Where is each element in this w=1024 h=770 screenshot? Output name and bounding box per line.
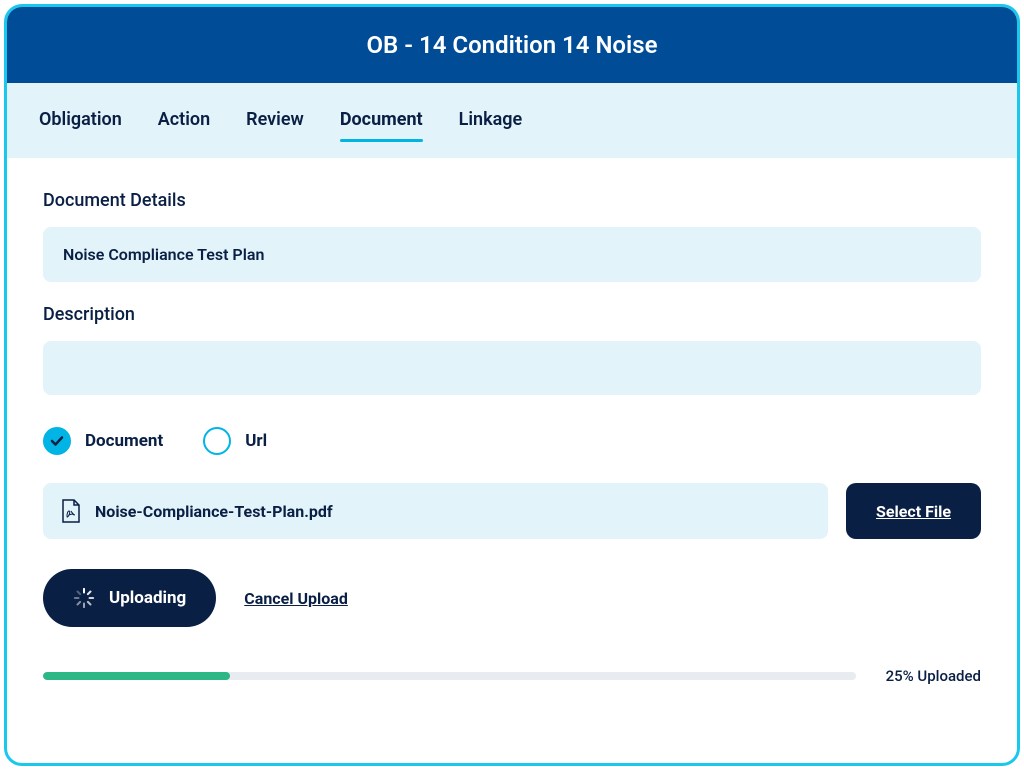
tab-document[interactable]: Document bbox=[340, 109, 423, 140]
radio-document[interactable]: Document bbox=[43, 427, 163, 455]
progress-row: 25% Uploaded bbox=[43, 667, 981, 685]
button-label: Select File bbox=[876, 502, 951, 521]
uploading-button[interactable]: Uploading bbox=[43, 569, 216, 627]
file-row: Noise-Compliance-Test-Plan.pdf Select Fi… bbox=[43, 483, 981, 539]
button-label: Uploading bbox=[109, 588, 186, 608]
tab-label: Obligation bbox=[39, 109, 122, 130]
description-label: Description bbox=[43, 304, 981, 325]
tab-obligation[interactable]: Obligation bbox=[39, 109, 122, 140]
tab-label: Linkage bbox=[459, 109, 523, 130]
tab-label: Document bbox=[340, 109, 423, 130]
progress-bar bbox=[43, 672, 856, 680]
tab-review[interactable]: Review bbox=[246, 109, 304, 140]
tab-label: Action bbox=[158, 109, 210, 130]
type-radio-group: Document Url bbox=[43, 427, 981, 455]
tab-linkage[interactable]: Linkage bbox=[459, 109, 523, 140]
tab-action[interactable]: Action bbox=[158, 109, 210, 140]
upload-row: Uploading Cancel Upload bbox=[43, 569, 981, 627]
tab-label: Review bbox=[246, 109, 304, 130]
modal-header: OB - 14 Condition 14 Noise bbox=[7, 7, 1017, 83]
check-icon bbox=[49, 433, 65, 449]
details-label: Document Details bbox=[43, 190, 981, 211]
radio-unchecked-icon bbox=[203, 427, 231, 455]
radio-label: Url bbox=[245, 431, 267, 451]
description-input[interactable] bbox=[43, 341, 981, 395]
content-area: Document Details Description Document Ur… bbox=[7, 158, 1017, 717]
app-window: OB - 14 Condition 14 Noise Obligation Ac… bbox=[4, 4, 1020, 766]
file-name: Noise-Compliance-Test-Plan.pdf bbox=[95, 502, 333, 521]
modal-title: OB - 14 Condition 14 Noise bbox=[366, 31, 657, 59]
tab-bar: Obligation Action Review Document Linkag… bbox=[7, 83, 1017, 158]
radio-checked-icon bbox=[43, 427, 71, 455]
progress-fill bbox=[43, 672, 230, 680]
radio-url[interactable]: Url bbox=[203, 427, 267, 455]
details-input[interactable] bbox=[43, 227, 981, 282]
file-pdf-icon bbox=[61, 499, 81, 523]
select-file-button[interactable]: Select File bbox=[846, 483, 981, 539]
spinner-icon bbox=[73, 587, 95, 609]
radio-label: Document bbox=[85, 431, 163, 451]
file-display: Noise-Compliance-Test-Plan.pdf bbox=[43, 483, 828, 539]
progress-text: 25% Uploaded bbox=[886, 667, 981, 685]
cancel-upload-link[interactable]: Cancel Upload bbox=[244, 589, 348, 608]
